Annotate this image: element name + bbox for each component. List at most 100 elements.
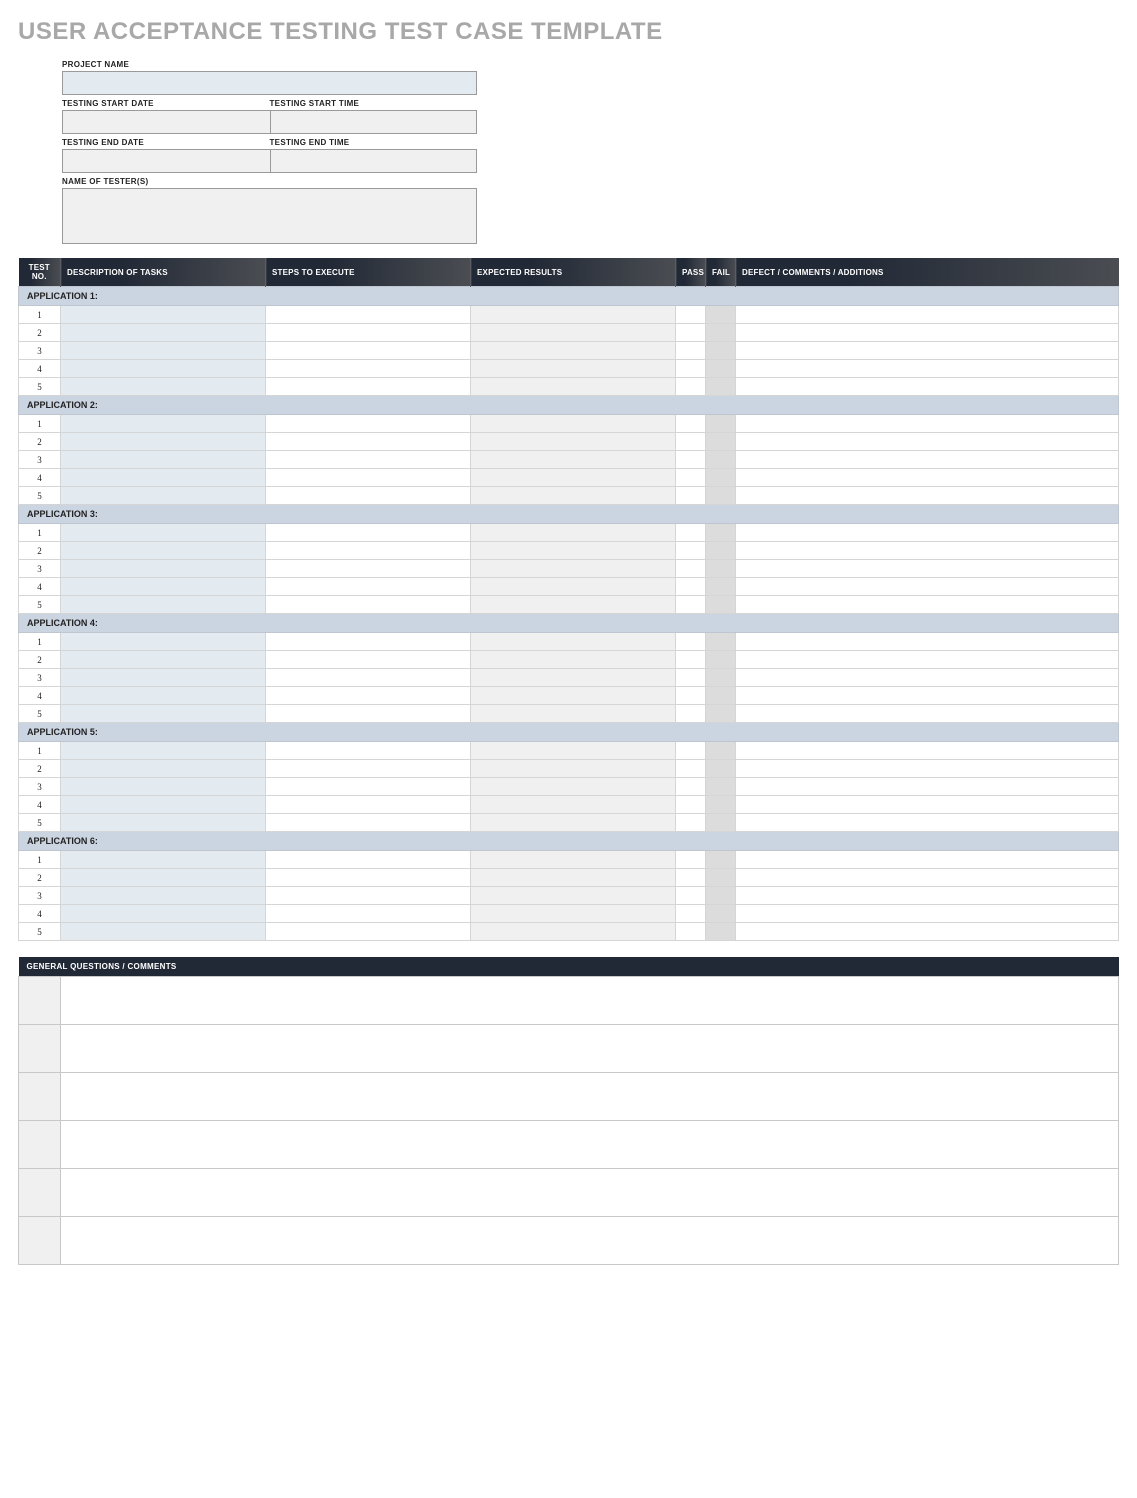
defect-cell[interactable] bbox=[736, 342, 1119, 360]
pass-cell[interactable] bbox=[676, 524, 706, 542]
fail-cell[interactable] bbox=[706, 742, 736, 760]
steps-cell[interactable] bbox=[266, 814, 471, 832]
expected-cell[interactable] bbox=[471, 742, 676, 760]
description-cell[interactable] bbox=[61, 742, 266, 760]
gq-body-cell[interactable] bbox=[61, 1217, 1119, 1265]
steps-cell[interactable] bbox=[266, 378, 471, 396]
description-cell[interactable] bbox=[61, 524, 266, 542]
fail-cell[interactable] bbox=[706, 415, 736, 433]
expected-cell[interactable] bbox=[471, 433, 676, 451]
steps-cell[interactable] bbox=[266, 433, 471, 451]
expected-cell[interactable] bbox=[471, 324, 676, 342]
pass-cell[interactable] bbox=[676, 596, 706, 614]
gq-lead-cell[interactable] bbox=[19, 1121, 61, 1169]
fail-cell[interactable] bbox=[706, 905, 736, 923]
expected-cell[interactable] bbox=[471, 578, 676, 596]
description-cell[interactable] bbox=[61, 705, 266, 723]
defect-cell[interactable] bbox=[736, 705, 1119, 723]
description-cell[interactable] bbox=[61, 378, 266, 396]
pass-cell[interactable] bbox=[676, 378, 706, 396]
defect-cell[interactable] bbox=[736, 760, 1119, 778]
fail-cell[interactable] bbox=[706, 451, 736, 469]
steps-cell[interactable] bbox=[266, 669, 471, 687]
steps-cell[interactable] bbox=[266, 542, 471, 560]
pass-cell[interactable] bbox=[676, 887, 706, 905]
gq-lead-cell[interactable] bbox=[19, 1169, 61, 1217]
pass-cell[interactable] bbox=[676, 342, 706, 360]
gq-body-cell[interactable] bbox=[61, 1025, 1119, 1073]
description-cell[interactable] bbox=[61, 760, 266, 778]
pass-cell[interactable] bbox=[676, 469, 706, 487]
steps-cell[interactable] bbox=[266, 923, 471, 941]
defect-cell[interactable] bbox=[736, 796, 1119, 814]
description-cell[interactable] bbox=[61, 487, 266, 505]
steps-cell[interactable] bbox=[266, 796, 471, 814]
description-cell[interactable] bbox=[61, 306, 266, 324]
expected-cell[interactable] bbox=[471, 415, 676, 433]
pass-cell[interactable] bbox=[676, 851, 706, 869]
fail-cell[interactable] bbox=[706, 524, 736, 542]
description-cell[interactable] bbox=[61, 651, 266, 669]
pass-cell[interactable] bbox=[676, 923, 706, 941]
pass-cell[interactable] bbox=[676, 306, 706, 324]
pass-cell[interactable] bbox=[676, 560, 706, 578]
defect-cell[interactable] bbox=[736, 651, 1119, 669]
expected-cell[interactable] bbox=[471, 705, 676, 723]
pass-cell[interactable] bbox=[676, 542, 706, 560]
description-cell[interactable] bbox=[61, 905, 266, 923]
expected-cell[interactable] bbox=[471, 669, 676, 687]
fail-cell[interactable] bbox=[706, 378, 736, 396]
description-cell[interactable] bbox=[61, 324, 266, 342]
expected-cell[interactable] bbox=[471, 360, 676, 378]
fail-cell[interactable] bbox=[706, 360, 736, 378]
description-cell[interactable] bbox=[61, 633, 266, 651]
fail-cell[interactable] bbox=[706, 760, 736, 778]
expected-cell[interactable] bbox=[471, 760, 676, 778]
description-cell[interactable] bbox=[61, 778, 266, 796]
expected-cell[interactable] bbox=[471, 306, 676, 324]
testers-input[interactable] bbox=[62, 188, 477, 244]
expected-cell[interactable] bbox=[471, 542, 676, 560]
description-cell[interactable] bbox=[61, 433, 266, 451]
fail-cell[interactable] bbox=[706, 923, 736, 941]
pass-cell[interactable] bbox=[676, 905, 706, 923]
expected-cell[interactable] bbox=[471, 524, 676, 542]
steps-cell[interactable] bbox=[266, 633, 471, 651]
steps-cell[interactable] bbox=[266, 742, 471, 760]
expected-cell[interactable] bbox=[471, 687, 676, 705]
defect-cell[interactable] bbox=[736, 433, 1119, 451]
steps-cell[interactable] bbox=[266, 360, 471, 378]
description-cell[interactable] bbox=[61, 360, 266, 378]
defect-cell[interactable] bbox=[736, 451, 1119, 469]
defect-cell[interactable] bbox=[736, 633, 1119, 651]
pass-cell[interactable] bbox=[676, 796, 706, 814]
fail-cell[interactable] bbox=[706, 487, 736, 505]
expected-cell[interactable] bbox=[471, 469, 676, 487]
expected-cell[interactable] bbox=[471, 633, 676, 651]
defect-cell[interactable] bbox=[736, 869, 1119, 887]
description-cell[interactable] bbox=[61, 560, 266, 578]
fail-cell[interactable] bbox=[706, 633, 736, 651]
pass-cell[interactable] bbox=[676, 669, 706, 687]
gq-body-cell[interactable] bbox=[61, 1121, 1119, 1169]
steps-cell[interactable] bbox=[266, 451, 471, 469]
fail-cell[interactable] bbox=[706, 778, 736, 796]
pass-cell[interactable] bbox=[676, 415, 706, 433]
fail-cell[interactable] bbox=[706, 887, 736, 905]
steps-cell[interactable] bbox=[266, 324, 471, 342]
pass-cell[interactable] bbox=[676, 869, 706, 887]
fail-cell[interactable] bbox=[706, 705, 736, 723]
expected-cell[interactable] bbox=[471, 596, 676, 614]
gq-body-cell[interactable] bbox=[61, 1169, 1119, 1217]
fail-cell[interactable] bbox=[706, 851, 736, 869]
pass-cell[interactable] bbox=[676, 633, 706, 651]
defect-cell[interactable] bbox=[736, 851, 1119, 869]
fail-cell[interactable] bbox=[706, 596, 736, 614]
description-cell[interactable] bbox=[61, 596, 266, 614]
description-cell[interactable] bbox=[61, 578, 266, 596]
defect-cell[interactable] bbox=[736, 596, 1119, 614]
steps-cell[interactable] bbox=[266, 869, 471, 887]
steps-cell[interactable] bbox=[266, 469, 471, 487]
defect-cell[interactable] bbox=[736, 469, 1119, 487]
defect-cell[interactable] bbox=[736, 415, 1119, 433]
